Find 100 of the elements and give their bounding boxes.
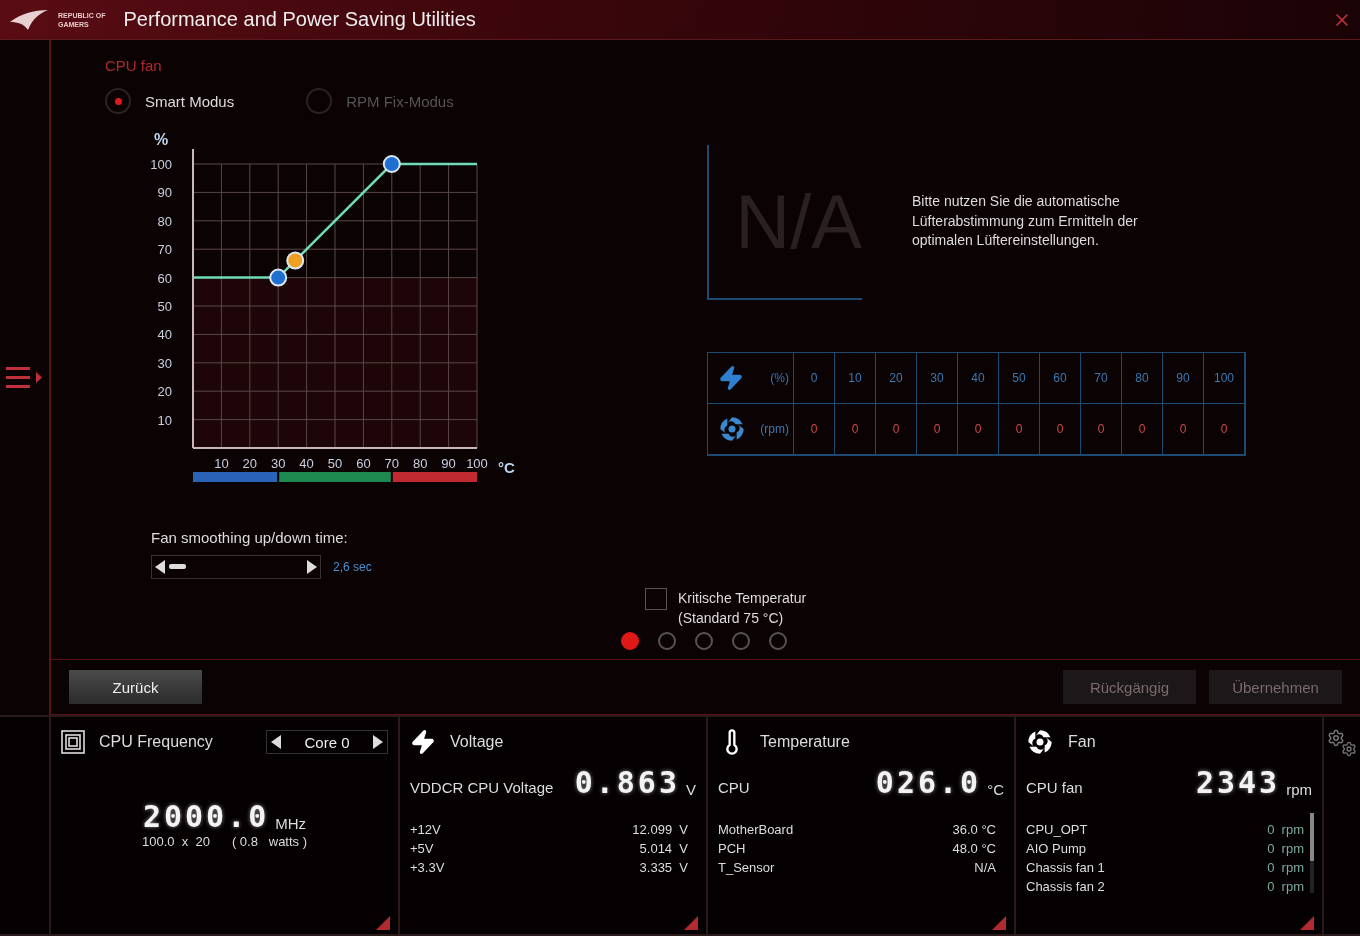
- x-tick-label: 20: [242, 456, 258, 471]
- y-tick-label: 60: [157, 270, 172, 286]
- sensor-label: +5V: [410, 841, 434, 856]
- table-cell: 80: [1122, 353, 1163, 404]
- sensor-value: 48.0 °C: [952, 841, 996, 856]
- page-dot[interactable]: [658, 632, 676, 650]
- scrollbar[interactable]: [1310, 813, 1314, 893]
- sensor-value: 36.0 °C: [952, 822, 996, 837]
- sensor-value: 5.014 V: [639, 841, 688, 856]
- x-tick-label: 40: [299, 456, 314, 471]
- menu-icon[interactable]: [5, 364, 44, 391]
- corner-triangle-icon[interactable]: [1300, 916, 1314, 930]
- table-cell: 0: [835, 404, 876, 455]
- y-tick-label: 100: [150, 157, 172, 172]
- y-tick-label: 40: [157, 327, 172, 343]
- table-cell: 50: [999, 353, 1040, 404]
- reading-value: 2000.0: [142, 799, 270, 834]
- reading-unit: MHz: [275, 815, 307, 834]
- eye-logo-icon: [8, 7, 50, 32]
- core-selector[interactable]: Core 0: [266, 730, 388, 754]
- panel-title: Temperature: [760, 733, 850, 751]
- smoothing-label: Fan smoothing up/down time:: [151, 529, 348, 546]
- curve-point[interactable]: [286, 251, 305, 270]
- page-dot[interactable]: [621, 632, 639, 650]
- sensor-label: MotherBoard: [718, 822, 794, 837]
- detail-text: 100.0 x 20: [141, 834, 210, 849]
- fan-icon: [1026, 728, 1054, 756]
- sensor-label: +3.3V: [410, 860, 445, 875]
- x-tick-label: 90: [441, 456, 456, 471]
- x-axis-title: °C: [498, 459, 515, 476]
- table-cell: 40: [958, 353, 999, 404]
- table-cell: 100: [1204, 353, 1245, 404]
- y-tick-label: 80: [157, 213, 172, 229]
- table-cell: 70: [1081, 353, 1122, 404]
- x-tick-label: 30: [270, 456, 286, 471]
- page-dot[interactable]: [769, 632, 787, 650]
- table-cell: 0: [876, 404, 917, 455]
- table-cell: 60: [1040, 353, 1081, 404]
- sensor-label: +12V: [410, 822, 441, 837]
- table-cell: 0: [958, 404, 999, 455]
- sensor-label: Chassis fan 1: [1026, 860, 1105, 875]
- y-tick-label: 10: [157, 412, 172, 428]
- corner-triangle-icon[interactable]: [992, 916, 1006, 930]
- checkbox[interactable]: [645, 588, 667, 610]
- x-tick-label: 70: [384, 456, 400, 471]
- curve-point[interactable]: [382, 155, 401, 173]
- x-tick-label: 50: [327, 456, 343, 471]
- reading-label: CPU fan: [1026, 779, 1083, 798]
- action-button[interactable]: Zurück: [69, 670, 202, 704]
- x-tick-label: 60: [356, 456, 371, 471]
- y-axis-title: %: [154, 131, 169, 148]
- sensor-value: 0 rpm: [1267, 860, 1304, 875]
- sensor-value: 0 rpm: [1267, 879, 1304, 894]
- mode-radio[interactable]: Smart Modus: [105, 88, 235, 114]
- checkbox-label: Kritische Temperatur: [678, 589, 807, 608]
- table-cell: 0: [794, 404, 835, 455]
- table-cell: 30: [917, 353, 958, 404]
- corner-triangle-icon[interactable]: [684, 916, 698, 930]
- y-tick-label: 90: [157, 185, 172, 201]
- window-title: Performance and Power Saving Utilities: [123, 8, 476, 31]
- table-cell: 0: [917, 404, 958, 455]
- detail-text: ( 0.8 watts ): [231, 834, 308, 849]
- smoothing-slider[interactable]: [151, 555, 321, 579]
- panel-title: Voltage: [450, 733, 504, 751]
- unit-label: (rpm): [760, 422, 789, 436]
- sensor-value: N/A: [974, 860, 996, 875]
- page-dot[interactable]: [732, 632, 750, 650]
- y-tick-label: 50: [157, 299, 172, 314]
- table-cell: 0: [794, 353, 835, 404]
- tuning-message: Bitte nutzen Sie die automatische Lüfterabstimmung zum Ermitteln der optimalen Lüftereinstellungen.: [912, 192, 1139, 250]
- y-tick-label: 20: [157, 384, 172, 400]
- table-cell: 0: [1122, 404, 1163, 455]
- sensor-value: 3.335 V: [639, 860, 688, 875]
- lightning-icon: [410, 729, 436, 755]
- table-cell: 0: [1040, 404, 1081, 455]
- table-cell: 0: [1081, 404, 1122, 455]
- reading-value: 2343: [1195, 765, 1281, 800]
- sensor-label: AIO Pump: [1026, 841, 1086, 856]
- table-cell: 0: [1163, 404, 1204, 455]
- table-cell: 10: [835, 353, 876, 404]
- y-tick-label: 70: [157, 242, 172, 258]
- curve-point[interactable]: [269, 268, 288, 287]
- panel-title: Fan: [1068, 733, 1096, 751]
- x-tick-label: 100: [466, 456, 488, 471]
- sensor-label: CPU_OPT: [1026, 822, 1088, 837]
- reading-label: CPU: [718, 779, 750, 798]
- x-tick-label: 10: [214, 456, 229, 471]
- chip-icon: [61, 730, 85, 754]
- smoothing-value: 2,6 sec: [333, 560, 372, 574]
- corner-triangle-icon[interactable]: [376, 916, 390, 930]
- sensor-label: Chassis fan 2: [1026, 879, 1105, 894]
- sensor-value: 12.099 V: [632, 822, 688, 837]
- page-dot[interactable]: [695, 632, 713, 650]
- y-tick-label: 30: [157, 355, 172, 371]
- sensor-value: 0 rpm: [1267, 822, 1304, 837]
- sensor-label: T_Sensor: [718, 860, 775, 875]
- x-tick-label: 80: [412, 456, 428, 471]
- reading-value: 0.863: [574, 765, 680, 800]
- unit-label: (%): [770, 371, 789, 385]
- lightning-icon: [718, 365, 744, 391]
